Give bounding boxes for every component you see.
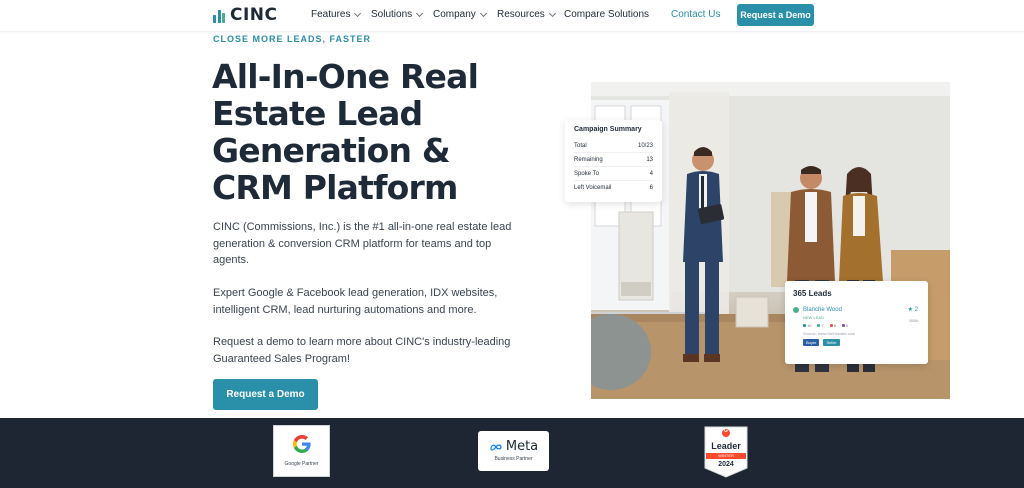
campaign-row-value: 10/23 (637, 142, 653, 149)
lead-tag-seller[interactable]: Seller (823, 339, 840, 346)
nav-resources-label: Resources (497, 9, 545, 20)
nav-request-demo-button[interactable]: Request a Demo (737, 4, 814, 26)
cinc-logo[interactable]: CINC (213, 6, 278, 24)
lead-icon-count: 6 (833, 323, 836, 328)
meta-infinity-icon (490, 444, 502, 451)
lead-source: Source: www.theHubsite.com (803, 331, 856, 336)
bar-chart-icon (213, 8, 225, 23)
lead-tag-buyer[interactable]: Buyer (803, 339, 820, 346)
lead-star-rating: ★ 2 (908, 306, 918, 313)
lead-activity-icons: 10 7 6 0 (803, 323, 920, 328)
meta-logo: Meta (489, 440, 538, 453)
nav-solutions[interactable]: Solutions (371, 9, 424, 20)
hero-paragraph: CINC (Commissions, Inc.) is the #1 all-i… (213, 221, 512, 266)
nav-compare-label: Compare Solutions (564, 9, 650, 20)
lead-icon-count: 7 (821, 323, 824, 328)
lead-status-tag: NEW LEAD (803, 315, 824, 320)
hero-headline: All-In-One Real Estate Lead Generation &… (212, 57, 479, 207)
campaign-row-value: 13 (646, 156, 653, 163)
lead-name: Blanche Wood (803, 307, 842, 313)
chevron-down-icon (416, 9, 424, 17)
meta-partner-label: Business Partner (494, 456, 533, 462)
campaign-row-label: Remaining (574, 156, 603, 163)
campaign-row-label: Total (574, 142, 587, 149)
meta-name: Meta (505, 439, 539, 454)
email-icon: 10 (803, 323, 811, 328)
campaign-row-label: Left Voicemail (574, 185, 612, 191)
g2-logo-letter: G (724, 428, 728, 434)
g2-leader-badge[interactable]: G Leader WINTER 2024 (704, 426, 748, 478)
lead-star-count: 2 (914, 307, 918, 313)
phone-icon: 6 (829, 323, 836, 328)
hero-paragraph: Request a demo to learn more about CINC'… (213, 336, 511, 365)
campaign-row-value: 4 (649, 170, 653, 177)
contact-us-link[interactable]: Contact Us (671, 9, 720, 20)
campaign-row: Total 10/23 (574, 139, 653, 153)
google-g-icon (292, 435, 311, 456)
lead-status-dot (793, 307, 799, 313)
visit-icon: 0 (841, 323, 849, 328)
nav-solutions-label: Solutions (371, 9, 413, 20)
google-partner-badge[interactable]: Google Partner (273, 425, 330, 477)
meta-business-partner-badge[interactable]: Meta Business Partner (478, 431, 549, 471)
lead-icon-count: 0 (845, 323, 849, 328)
campaign-row-value: 6 (649, 185, 653, 191)
campaign-row: Remaining 13 (574, 153, 653, 167)
leads-count-title: 365 Leads (793, 289, 832, 298)
nav-compare-solutions[interactable]: Compare Solutions (564, 9, 649, 20)
hero-paragraph: Expert Google & Facebook lead generation… (213, 287, 498, 316)
g2-season-label: WINTER (706, 453, 746, 459)
google-partner-label: Google Partner (284, 461, 319, 467)
top-nav: CINC Features Solutions Company Resource… (0, 0, 1024, 32)
campaign-row-label: Spoke To (574, 170, 599, 177)
chevron-down-icon (479, 9, 487, 17)
hero-eyebrow: CLOSE MORE LEADS, FASTER (213, 34, 372, 44)
nav-features[interactable]: Features (311, 9, 362, 20)
chevron-down-icon (548, 9, 556, 17)
leads-card: 365 Leads Blanche Wood ★ 2 NEW LEAD 555k… (785, 281, 928, 364)
chevron-down-icon (354, 9, 362, 17)
g2-leader-label: Leader (711, 441, 741, 451)
lead-time: 555k (909, 318, 918, 323)
hero-request-demo-button[interactable]: Request a Demo (213, 379, 318, 410)
campaign-summary-title: Campaign Summary (574, 126, 642, 133)
nav-company[interactable]: Company (433, 9, 487, 20)
lead-item: Blanche Wood ★ 2 (793, 307, 920, 313)
g2-year-label: 2024 (718, 461, 734, 468)
campaign-row: Spoke To 4 (574, 167, 653, 181)
campaign-summary-card: Campaign Summary Total 10/23 Remaining 1… (565, 120, 662, 202)
logo-text: CINC (230, 5, 278, 25)
star-icon: ★ (907, 307, 913, 313)
nav-company-label: Company (433, 9, 476, 20)
lead-tags: Buyer Seller (803, 339, 920, 346)
nav-resources[interactable]: Resources (497, 9, 556, 20)
message-icon: 7 (817, 323, 824, 328)
campaign-row: Left Voicemail 6 (574, 181, 653, 195)
nav-features-label: Features (311, 9, 351, 20)
lead-icon-count: 10 (807, 323, 812, 328)
